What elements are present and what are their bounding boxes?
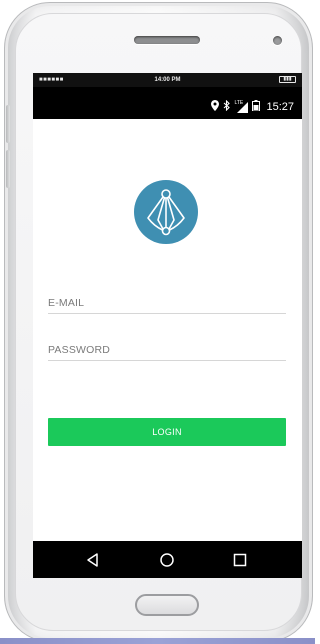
location-icon: [211, 100, 220, 114]
lte-signal-icon: LTE: [234, 99, 249, 113]
floor-shadow: [0, 638, 315, 644]
email-input[interactable]: [48, 294, 286, 312]
lte-label: LTE: [234, 99, 244, 106]
password-input[interactable]: [48, 341, 286, 359]
home-icon[interactable]: [158, 551, 176, 569]
front-camera: [273, 36, 282, 45]
password-field[interactable]: [48, 340, 286, 361]
side-button-bottom: [6, 150, 10, 188]
email-field[interactable]: [48, 293, 286, 314]
device-screen: ■■■■■■ 14:00 PM ▮▮▮ LTE 15:27 E-MAIL LOG…: [33, 73, 302, 578]
recent-apps-icon[interactable]: [231, 551, 249, 569]
android-nav-bar: [33, 541, 302, 578]
simulator-status-bar: ■■■■■■ 14:00 PM ▮▮▮: [33, 73, 302, 87]
side-button-top: [6, 105, 10, 143]
app-logo-icon: [134, 180, 198, 244]
login-button[interactable]: LOGIN: [48, 418, 286, 446]
status-time: 15:27: [266, 101, 294, 113]
battery-icon: [252, 100, 261, 114]
back-icon[interactable]: [84, 551, 102, 569]
battery-full-icon: ▮▮▮: [279, 76, 296, 83]
status-icons: LTE 15:27: [211, 100, 294, 114]
earpiece-speaker: [134, 36, 200, 44]
bluetooth-icon: [223, 99, 231, 114]
hardware-home-button[interactable]: [135, 594, 199, 616]
android-status-bar: LTE 15:27: [33, 87, 302, 119]
simulator-time: 14:00 PM: [154, 77, 181, 83]
